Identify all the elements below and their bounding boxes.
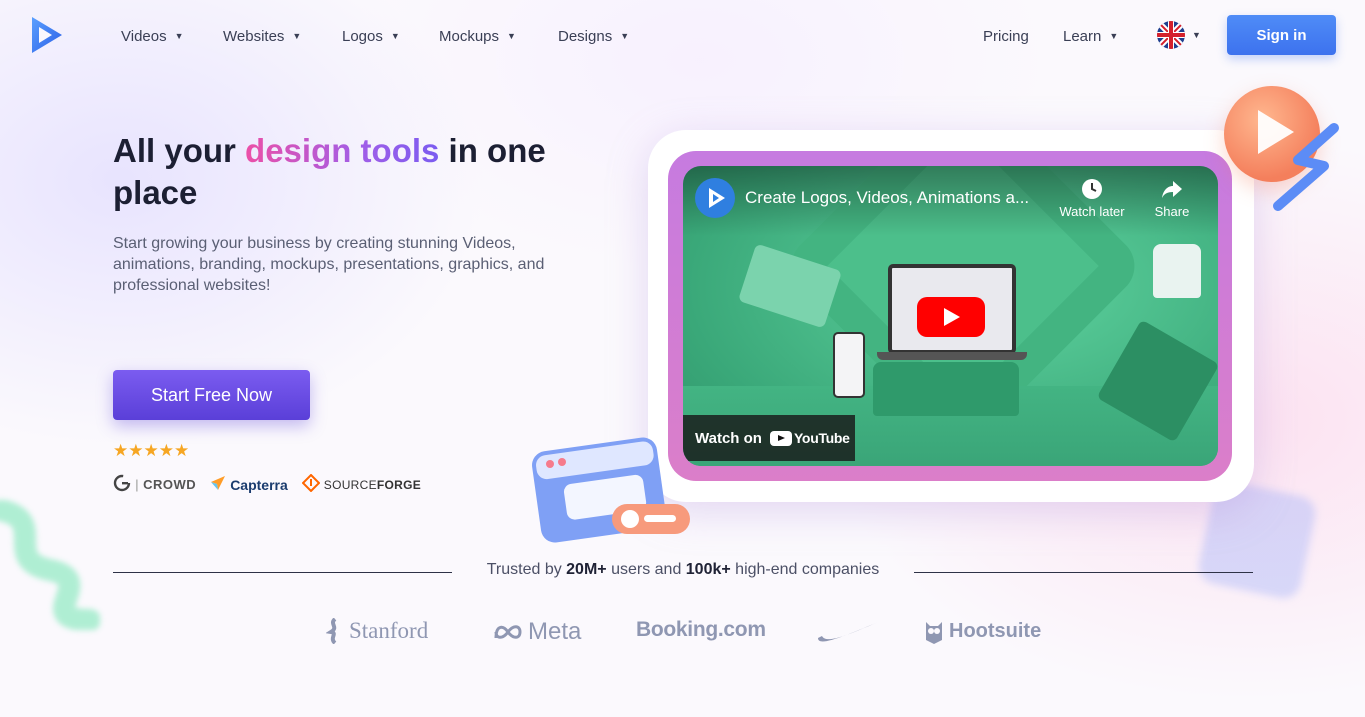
booking-label: Booking.com (636, 618, 766, 641)
nav-mockups[interactable]: Mockups ▼ (439, 26, 516, 46)
nav-videos-label: Videos (121, 27, 167, 45)
capterra-badge[interactable]: Capterra (210, 475, 288, 494)
caret-down-icon: ▼ (292, 31, 302, 41)
start-free-button[interactable]: Start Free Now (113, 370, 310, 420)
hero-subtitle: Start growing your business by creating … (113, 235, 545, 294)
sign-in-button[interactable]: Sign in (1227, 15, 1336, 55)
g2-icon (113, 474, 131, 495)
trust-users: 20M+ (566, 561, 607, 578)
caret-down-icon: ▼ (620, 31, 630, 41)
nav-pricing[interactable]: Pricing (983, 26, 1029, 46)
trust-statement: Trusted by 20M+ users and 100k+ high-end… (452, 561, 914, 579)
nav-videos[interactable]: Videos ▼ (121, 26, 184, 46)
hootsuite-logo: Hootsuite (924, 618, 1041, 644)
nav-learn-label: Learn (1063, 27, 1102, 45)
share-button[interactable]: Share (1132, 178, 1212, 219)
decorative-zigzag-icon (1268, 120, 1344, 216)
sourceforge-label-a: SOURCE (323, 477, 377, 492)
youtube-embed[interactable]: Create Logos, Videos, Animations a... Wa… (683, 166, 1218, 466)
nav-logos-label: Logos (342, 27, 383, 45)
top-navigation: Videos ▼ Websites ▼ Logos ▼ Mockups ▼ De… (0, 0, 1365, 72)
uk-flag-icon[interactable] (1157, 21, 1185, 49)
caret-down-icon: ▼ (1109, 31, 1119, 41)
stanford-label: Stanford (349, 618, 429, 643)
video-title[interactable]: Create Logos, Videos, Animations a... (745, 188, 1029, 208)
g2-crowd-label: CROWD (143, 477, 197, 492)
caret-down-icon: ▼ (390, 31, 400, 41)
trust-companies: 100k+ (685, 561, 731, 578)
nav-logos[interactable]: Logos ▼ (342, 26, 400, 46)
stanford-tree-icon (326, 618, 337, 644)
sourceforge-label-b: FORGE (376, 477, 422, 492)
hootsuite-label: Hootsuite (949, 619, 1042, 642)
video-scene-shirt (1153, 244, 1201, 298)
decorative-squiggle (0, 499, 101, 631)
nav-mockups-label: Mockups (439, 27, 500, 45)
share-label: Share (1154, 204, 1190, 219)
hootsuite-owl-icon (926, 622, 942, 644)
nav-websites-label: Websites (223, 27, 285, 45)
sourceforge-icon (301, 473, 321, 495)
booking-logo: Booking.com (636, 618, 766, 642)
youtube-logo-icon (769, 430, 792, 446)
caret-down-icon: ▼ (507, 31, 516, 41)
watch-later-label: Watch later (1059, 204, 1125, 219)
meta-logo: Meta (493, 618, 581, 646)
video-scene-phone (833, 332, 865, 398)
capterra-icon (210, 475, 226, 494)
meta-label: Meta (528, 618, 582, 645)
language-caret-icon[interactable]: ▼ (1192, 30, 1201, 40)
watch-on-youtube-button[interactable]: Watch on YouTube (683, 415, 855, 461)
decorative-browser-card-icon (532, 434, 692, 544)
nav-websites[interactable]: Websites ▼ (223, 26, 301, 46)
watch-on-label: Watch on (695, 429, 762, 447)
nav-designs-label: Designs (558, 27, 613, 45)
brand-logo[interactable] (28, 15, 64, 55)
nike-swoosh-icon (816, 620, 880, 644)
clock-icon (1052, 178, 1132, 204)
nav-learn[interactable]: Learn ▼ (1063, 26, 1118, 46)
nav-pricing-label: Pricing (983, 27, 1029, 45)
share-icon (1132, 178, 1212, 204)
caret-down-icon: ▼ (174, 31, 184, 41)
hero-title-highlight: design tools (245, 132, 440, 169)
sourceforge-label: SOURCEFORGE (324, 478, 421, 492)
video-scene-laptop-base (877, 352, 1027, 360)
trust-divider-left (113, 572, 452, 573)
stanford-logo: Stanford (326, 618, 428, 644)
g2-divider: | (135, 477, 140, 492)
trust-divider-right (914, 572, 1253, 573)
capterra-label: Capterra (230, 476, 288, 493)
video-scene-pedestal (873, 362, 1019, 416)
youtube-logo: YouTube (769, 430, 850, 446)
watch-later-button[interactable]: Watch later (1052, 178, 1132, 219)
channel-avatar[interactable] (695, 178, 735, 218)
meta-infinity-icon (494, 625, 522, 639)
client-logos: Stanford Meta Booking.com Hootsuite (0, 612, 1365, 652)
hero-title-part1: All your (113, 132, 246, 169)
rating-stars: ★★★★★ (113, 441, 190, 460)
trust-prefix: Trusted by (486, 561, 567, 578)
review-badges: | CROWD Capterra SOURCEFORGE (113, 473, 421, 495)
youtube-label: YouTube (793, 430, 850, 446)
sourceforge-badge[interactable]: SOURCEFORGE (301, 473, 421, 495)
youtube-play-button[interactable] (917, 297, 985, 337)
g2-crowd-badge[interactable]: | CROWD (113, 474, 196, 495)
hero-title: All your design tools in one place (113, 130, 613, 214)
trust-suffix: high-end companies (730, 561, 880, 578)
nav-designs[interactable]: Designs ▼ (558, 26, 629, 46)
trust-middle: users and (606, 561, 686, 578)
